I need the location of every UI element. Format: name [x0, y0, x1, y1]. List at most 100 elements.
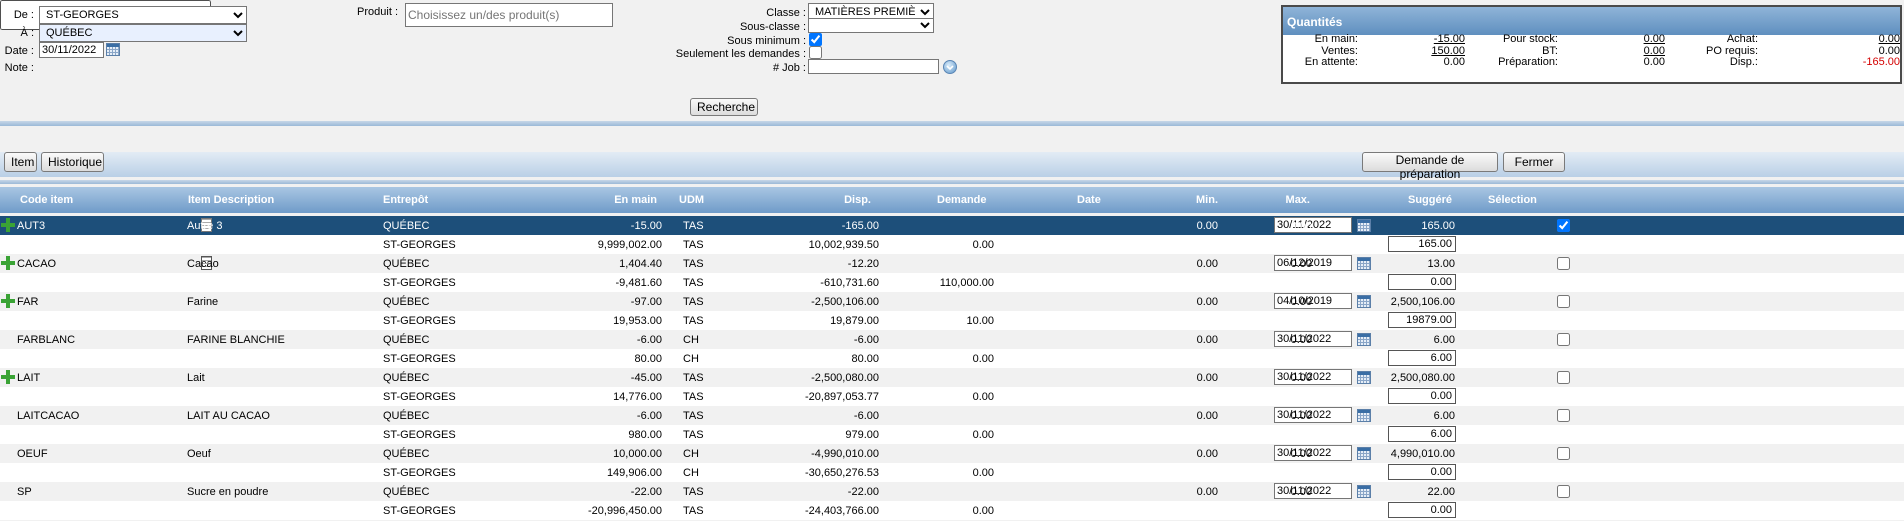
warehouse-name: ST-GEORGES — [383, 239, 456, 251]
col-min[interactable]: Min. — [1170, 194, 1218, 206]
col-disp[interactable]: Disp. — [800, 194, 871, 206]
warehouse-row-secondary[interactable]: ST-GEORGES 80.00 CH 80.00 0.00 — [0, 349, 1904, 368]
selection-checkbox[interactable] — [1557, 485, 1570, 498]
date-input[interactable] — [39, 42, 104, 58]
warehouse-row-primary[interactable]: FARBLANC FARINE BLANCHIE QUÉBEC -6.00 CH -6.0… — [0, 330, 1904, 349]
suggested-qty-input[interactable] — [1388, 312, 1456, 328]
suggested-qty-input[interactable] — [1388, 274, 1456, 290]
a-select[interactable]: QUÉBEC — [39, 24, 247, 42]
table-row[interactable]: OEUF Oeuf QUÉBEC 10,000.00 CH -4,990,010.00 0.… — [0, 444, 1904, 482]
available-value: -6.00 — [853, 410, 879, 422]
uom-value: TAS — [683, 391, 704, 403]
table-row[interactable]: AUT3 Autre 3 QUÉBEC -15.00 TAS -165.00 0.00 0.0… — [0, 216, 1904, 254]
warehouse-row-primary[interactable]: FAR Farine QUÉBEC -97.00 TAS -2,500,106.00 0.0… — [0, 292, 1904, 311]
uom-value: TAS — [683, 486, 704, 498]
selection-checkbox[interactable] — [1557, 447, 1570, 460]
warehouse-row-secondary[interactable]: ST-GEORGES -20,996,450.00 TAS -24,403,766.0… — [0, 501, 1904, 520]
col-udm[interactable]: UDM — [679, 194, 704, 206]
table-row[interactable]: SP Sucre en poudre QUÉBEC -22.00 TAS -22.00 0.… — [0, 482, 1904, 520]
de-select[interactable]: ST-GEORGES — [39, 6, 247, 24]
on-hand-value: 980.00 — [628, 429, 662, 441]
produit-input[interactable] — [405, 3, 613, 27]
note-label: Note : — [4, 62, 34, 74]
min-value: 0.00 — [1196, 410, 1218, 422]
selection-checkbox[interactable] — [1557, 333, 1570, 346]
col-date[interactable]: Date — [1077, 194, 1101, 206]
warehouse-row-primary[interactable]: LAIT Lait QUÉBEC -45.00 TAS -2,500,080.00 0.00… — [0, 368, 1904, 387]
chevron-down-icon[interactable] — [943, 60, 957, 74]
warehouse-row-secondary[interactable]: ST-GEORGES 14,776.00 TAS -20,897,053.77 0.00 — [0, 387, 1904, 406]
on-hand-value: -6.00 — [636, 410, 662, 422]
suggested-qty-input[interactable] — [1388, 502, 1456, 518]
item-button[interactable]: Item — [4, 152, 37, 172]
selection-checkbox[interactable] — [1557, 295, 1570, 308]
col-max[interactable]: Max. — [1260, 194, 1310, 206]
demand-value: 0.00 — [972, 239, 994, 251]
expand-plus-icon[interactable] — [1, 218, 15, 232]
col-selection[interactable]: Sélection — [1488, 194, 1537, 206]
item-code: CACAO — [17, 258, 57, 270]
col-demande[interactable]: Demande — [937, 194, 987, 206]
warehouse-row-secondary[interactable]: ST-GEORGES 19,953.00 TAS 19,879.00 10.00 — [0, 311, 1904, 330]
item-description: Cacao — [187, 258, 219, 270]
fermer-button[interactable]: Fermer — [1503, 152, 1565, 172]
table-row[interactable]: FARBLANC FARINE BLANCHIE QUÉBEC -6.00 CH -6.0… — [0, 330, 1904, 368]
expand-plus-icon[interactable] — [1, 294, 15, 308]
min-value: 0.00 — [1196, 220, 1218, 232]
warehouse-row-secondary[interactable]: ST-GEORGES 9,999,002.00 TAS 10,002,939.50 0.… — [0, 235, 1904, 254]
quantity-value[interactable]: 0.00 — [1603, 45, 1665, 57]
col-enmain[interactable]: En main — [580, 194, 657, 206]
selection-checkbox[interactable] — [1557, 257, 1570, 270]
warehouse-row-secondary[interactable]: ST-GEORGES 980.00 TAS 979.00 0.00 — [0, 425, 1904, 444]
quantity-label: BT: — [1542, 44, 1558, 57]
warehouse-row-primary[interactable]: LAITCACAO LAIT AU CACAO QUÉBEC -6.00 TAS -6.0… — [0, 406, 1904, 425]
job-input[interactable] — [808, 59, 939, 74]
a-label: À : — [20, 27, 34, 39]
min-value: 0.00 — [1196, 372, 1218, 384]
table-row[interactable]: FAR Farine QUÉBEC -97.00 TAS -2,500,106.00 0.0… — [0, 292, 1904, 330]
suggested-qty-input[interactable] — [1388, 464, 1456, 480]
quantity-value[interactable]: 150.00 — [1403, 45, 1465, 57]
table-row[interactable]: LAIT Lait QUÉBEC -45.00 TAS -2,500,080.00 0.00… — [0, 368, 1904, 406]
available-value: -2,500,106.00 — [811, 296, 879, 308]
demand-value: 0.00 — [972, 429, 994, 441]
suggested-qty-input[interactable] — [1388, 388, 1456, 404]
col-entrepot[interactable]: Entrepôt — [383, 194, 428, 206]
selection-checkbox[interactable] — [1557, 219, 1570, 232]
suggested-qty-input[interactable] — [1388, 236, 1456, 252]
expand-plus-icon[interactable] — [1, 256, 15, 270]
quantity-value[interactable]: 0.00 — [1603, 33, 1665, 45]
warehouse-row-secondary[interactable]: ST-GEORGES 149,906.00 CH -30,650,276.53 0.00 — [0, 463, 1904, 482]
selection-checkbox[interactable] — [1557, 371, 1570, 384]
col-code[interactable]: Code item — [20, 194, 73, 206]
warehouse-row-primary[interactable]: AUT3 Autre 3 QUÉBEC -15.00 TAS -165.00 0.00 0.0… — [0, 216, 1904, 235]
table-row[interactable]: CACAO Cacao QUÉBEC 1,404.40 TAS -12.20 0.00 0.0… — [0, 254, 1904, 292]
suggested-qty-input[interactable] — [1388, 426, 1456, 442]
demandes-checkbox[interactable] — [809, 46, 822, 59]
warehouse-row-secondary[interactable]: ST-GEORGES -9,481.60 TAS -610,731.60 110,000… — [0, 273, 1904, 292]
col-suggere[interactable]: Suggéré — [1380, 194, 1452, 206]
uom-value: TAS — [683, 429, 704, 441]
warehouse-row-primary[interactable]: SP Sucre en poudre QUÉBEC -22.00 TAS -22.00 0.… — [0, 482, 1904, 501]
expand-plus-icon[interactable] — [1, 370, 15, 384]
warehouse-row-primary[interactable]: CACAO Cacao QUÉBEC 1,404.40 TAS -12.20 0.00 0.0… — [0, 254, 1904, 273]
quantity-value[interactable]: 0.00 — [1803, 33, 1900, 45]
table-row[interactable]: LAITCACAO LAIT AU CACAO QUÉBEC -6.00 TAS -6.0… — [0, 406, 1904, 444]
item-description: Autre 3 — [187, 220, 223, 232]
available-value: 19,879.00 — [830, 315, 879, 327]
search-button[interactable]: Recherche — [690, 98, 758, 116]
item-code: AUT3 — [17, 220, 46, 232]
quantity-value[interactable]: -15.00 — [1403, 33, 1465, 45]
sousclasse-select[interactable] — [808, 18, 934, 33]
suggested-qty-input[interactable] — [1388, 350, 1456, 366]
demande-preparation-button[interactable]: Demande de préparation — [1362, 152, 1498, 181]
warehouse-row-primary[interactable]: OEUF Oeuf QUÉBEC 10,000.00 CH -4,990,010.00 0.… — [0, 444, 1904, 463]
separator-bar — [0, 121, 1904, 126]
col-desc[interactable]: Item Description — [188, 194, 274, 206]
historique-button[interactable]: Historique — [41, 152, 104, 172]
calendar-icon[interactable] — [106, 43, 120, 56]
sousmin-checkbox[interactable] — [809, 33, 822, 46]
uom-value: TAS — [683, 277, 704, 289]
max-value: 0.00 — [1290, 258, 1312, 270]
selection-checkbox[interactable] — [1557, 409, 1570, 422]
